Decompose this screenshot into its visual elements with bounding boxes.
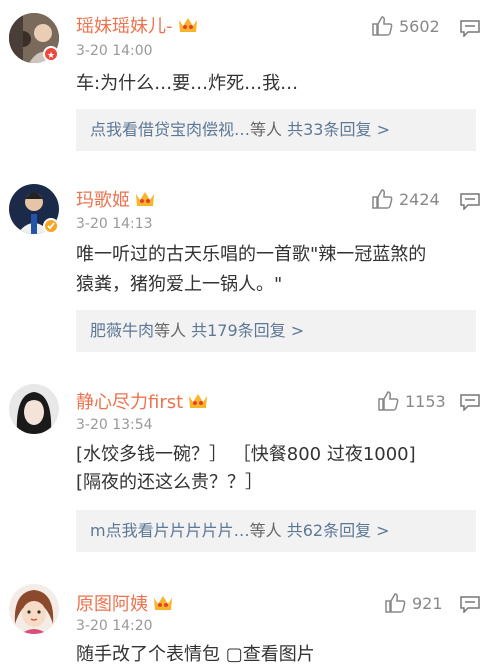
- timestamp: 3-20 14:13: [76, 216, 153, 232]
- reply-count-link[interactable]: 共179条回复 >: [191, 321, 304, 340]
- reply-mid-text: 等人: [249, 521, 282, 540]
- like-button[interactable]: 5602: [371, 16, 440, 36]
- timestamp: 3-20 13:54: [76, 417, 153, 433]
- comment-text: [水饺多钱一碗？］ ［快餐800 过夜1000] [隔夜的还这么贵？？］: [76, 444, 416, 493]
- like-button[interactable]: 1153: [377, 391, 446, 411]
- comment-text: 随手改了个表情包 ▢查看图片: [76, 644, 315, 665]
- like-count: 2424: [399, 189, 440, 209]
- comment-item: ★ 瑶妹瑶妹儿- 3-20 14:00 5602 车:为什么…要…炸死…我… 点…: [0, 0, 504, 168]
- username[interactable]: 玛歌姬: [76, 186, 156, 212]
- thumbs-up-icon: [378, 391, 399, 411]
- reply-icon[interactable]: [459, 595, 481, 613]
- like-button[interactable]: 2424: [371, 189, 440, 209]
- verified-badge-icon: [43, 218, 59, 234]
- thumbs-up-icon: [385, 593, 406, 613]
- like-count: 921: [412, 593, 443, 613]
- username[interactable]: 静心尽力first: [76, 388, 209, 414]
- timestamp: 3-20 14:00: [76, 43, 153, 59]
- replies-summary[interactable]: 肥薇牛肉等人 共179条回复 >: [76, 310, 476, 352]
- comment-item: 玛歌姬 3-20 14:13 2424 唯一听过的古天乐唱的一首歌"辣一冠蓝煞的…: [0, 168, 504, 368]
- comment-item: 原图阿姨 3-20 14:20 921 随手改了个表情包 ▢查看图片: [0, 578, 504, 665]
- reply-icon[interactable]: [459, 393, 481, 411]
- reply-mid-text: 等人: [250, 120, 283, 139]
- vip-icon: [152, 594, 174, 612]
- username-text[interactable]: 原图阿姨: [76, 590, 148, 616]
- comment-item: 静心尽力first 3-20 13:54 1153 [水饺多钱一碗？］ ［快餐8…: [0, 368, 504, 578]
- username[interactable]: 瑶妹瑶妹儿-: [76, 12, 199, 38]
- reply-count-link[interactable]: 共33条回复 >: [287, 120, 390, 139]
- svg-text:★: ★: [47, 51, 55, 60]
- like-count: 5602: [399, 16, 440, 36]
- thumbs-up-icon: [372, 189, 393, 209]
- vip-icon: [187, 392, 209, 410]
- username-text[interactable]: 玛歌姬: [76, 186, 130, 212]
- reply-icon[interactable]: [459, 19, 481, 37]
- comment-text: 车:为什么…要…炸死…我…: [76, 73, 299, 94]
- replies-summary[interactable]: m点我看片片片片片…等人 共62条回复 >: [76, 510, 476, 552]
- vip-icon: [134, 190, 156, 208]
- timestamp: 3-20 14:20: [76, 618, 153, 634]
- reply-user-link[interactable]: 点我看借贷宝肉偿视…: [90, 120, 250, 139]
- comment-text: 唯一听过的古天乐唱的一首歌"辣一冠蓝煞的 猿粪，猪狗爱上一锅人。": [76, 244, 427, 295]
- verified-badge-icon: ★: [43, 46, 59, 62]
- reply-user-link[interactable]: 肥薇牛肉: [90, 321, 154, 340]
- like-count: 1153: [405, 391, 446, 411]
- avatar[interactable]: [9, 384, 59, 434]
- replies-summary[interactable]: 点我看借贷宝肉偿视…等人 共33条回复 >: [76, 109, 476, 151]
- reply-count-link[interactable]: 共62条回复 >: [287, 521, 390, 540]
- username-text[interactable]: 静心尽力first: [76, 388, 183, 414]
- thumbs-up-icon: [372, 16, 393, 36]
- like-button[interactable]: 921: [384, 593, 443, 613]
- reply-user-link[interactable]: m点我看片片片片片…: [90, 521, 250, 540]
- username[interactable]: 原图阿姨: [76, 590, 174, 616]
- username-text[interactable]: 瑶妹瑶妹儿-: [76, 12, 173, 38]
- reply-icon[interactable]: [459, 192, 481, 210]
- avatar[interactable]: [9, 584, 59, 634]
- vip-icon: [177, 16, 199, 34]
- reply-mid-text: 等人: [154, 321, 187, 340]
